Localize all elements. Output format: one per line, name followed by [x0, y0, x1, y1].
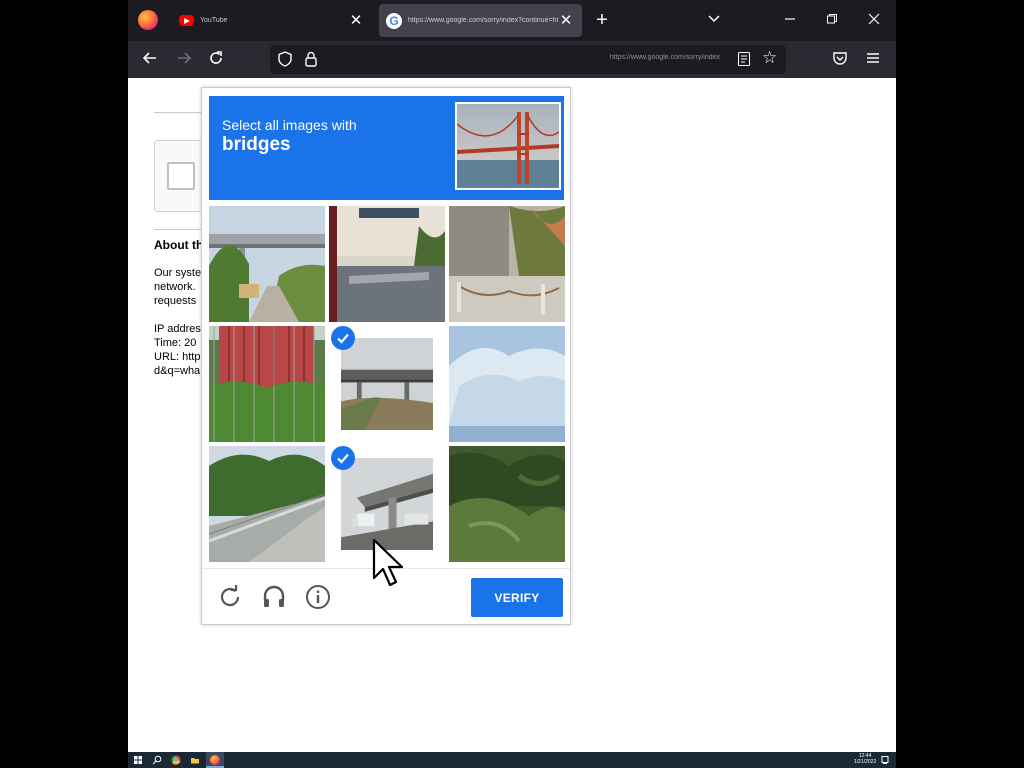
about-text: Our syste network. requests [154, 267, 202, 307]
navigation-bar: https://www.google.com/sorry/index ☆ [128, 41, 896, 78]
tab-youtube[interactable]: YouTube ✕ [172, 4, 372, 37]
firefox-icon [210, 755, 220, 765]
tab-bar: YouTube ✕ G https://www.google.com/sorry… [128, 0, 896, 41]
captcha-tile[interactable] [329, 206, 445, 322]
windows-start-icon[interactable] [133, 755, 143, 765]
target-text: bridges [222, 134, 291, 155]
taskbar: 12:44 1/21/2022 [128, 752, 896, 768]
pocket-icon[interactable] [828, 48, 852, 72]
chevron-down-icon[interactable] [704, 10, 724, 30]
mouse-cursor-icon [372, 538, 404, 587]
star-icon[interactable]: ☆ [762, 49, 780, 67]
captcha-tile[interactable] [209, 326, 325, 442]
close-tab-icon[interactable]: ✕ [558, 12, 574, 29]
youtube-icon [179, 15, 194, 26]
tab-title: YouTube [200, 17, 228, 24]
instruction-text: Select all images with [222, 117, 357, 133]
menu-icon[interactable] [861, 48, 885, 72]
divider [154, 229, 204, 230]
notification-icon[interactable] [880, 755, 890, 765]
captcha-tile[interactable] [209, 206, 325, 322]
about-heading: About th [154, 238, 204, 252]
image-grid [209, 206, 565, 562]
captcha-tile[interactable] [449, 326, 565, 442]
tab-title: https://www.google.com/sorry/index?conti… [408, 17, 558, 24]
info-icon[interactable] [304, 583, 332, 611]
back-icon[interactable] [138, 48, 162, 72]
forward-icon[interactable] [172, 48, 196, 72]
restore-icon[interactable] [820, 8, 844, 32]
recaptcha-checkbox[interactable] [167, 162, 195, 190]
search-icon[interactable] [152, 755, 162, 765]
verify-button[interactable]: VERIFY [471, 578, 563, 617]
reload-icon[interactable] [204, 48, 228, 72]
example-bridge-image [455, 102, 561, 190]
minimize-icon[interactable] [778, 8, 802, 32]
captcha-tile[interactable] [449, 206, 565, 322]
clock-date: 1/21/2022 [854, 759, 877, 765]
divider [154, 112, 204, 113]
reload-challenge-icon[interactable] [216, 583, 244, 611]
shield-icon[interactable] [276, 50, 294, 68]
url-text[interactable]: https://www.google.com/sorry/index [570, 54, 720, 61]
system-clock[interactable]: 12:44 1/21/2022 [854, 753, 876, 765]
captcha-tile[interactable] [449, 446, 565, 562]
taskbar-active-firefox[interactable] [206, 752, 224, 768]
folder-icon[interactable] [190, 755, 200, 765]
screen: YouTube ✕ G https://www.google.com/sorry… [128, 0, 896, 768]
tab-google-sorry[interactable]: G https://www.google.com/sorry/index?con… [379, 4, 582, 37]
url-bar[interactable]: https://www.google.com/sorry/index ☆ [270, 45, 786, 74]
google-icon: G [386, 12, 402, 29]
captcha-prompt: Select all images with bridges [209, 96, 564, 200]
new-tab-icon[interactable]: + [592, 10, 612, 30]
headphones-icon[interactable] [260, 583, 288, 611]
lock-icon[interactable] [302, 50, 320, 68]
captcha-tile[interactable] [329, 326, 445, 442]
checkmark-icon [331, 446, 355, 470]
firefox-icon[interactable] [138, 10, 158, 30]
captcha-tile[interactable] [209, 446, 325, 562]
close-tab-icon[interactable]: ✕ [348, 12, 364, 29]
chrome-icon[interactable] [171, 755, 181, 765]
close-window-icon[interactable] [862, 8, 886, 32]
request-info-text: IP addres Time: 20 URL: http d&q=wha [154, 323, 201, 377]
reader-view-icon[interactable] [736, 51, 752, 67]
checkmark-icon [331, 326, 355, 350]
